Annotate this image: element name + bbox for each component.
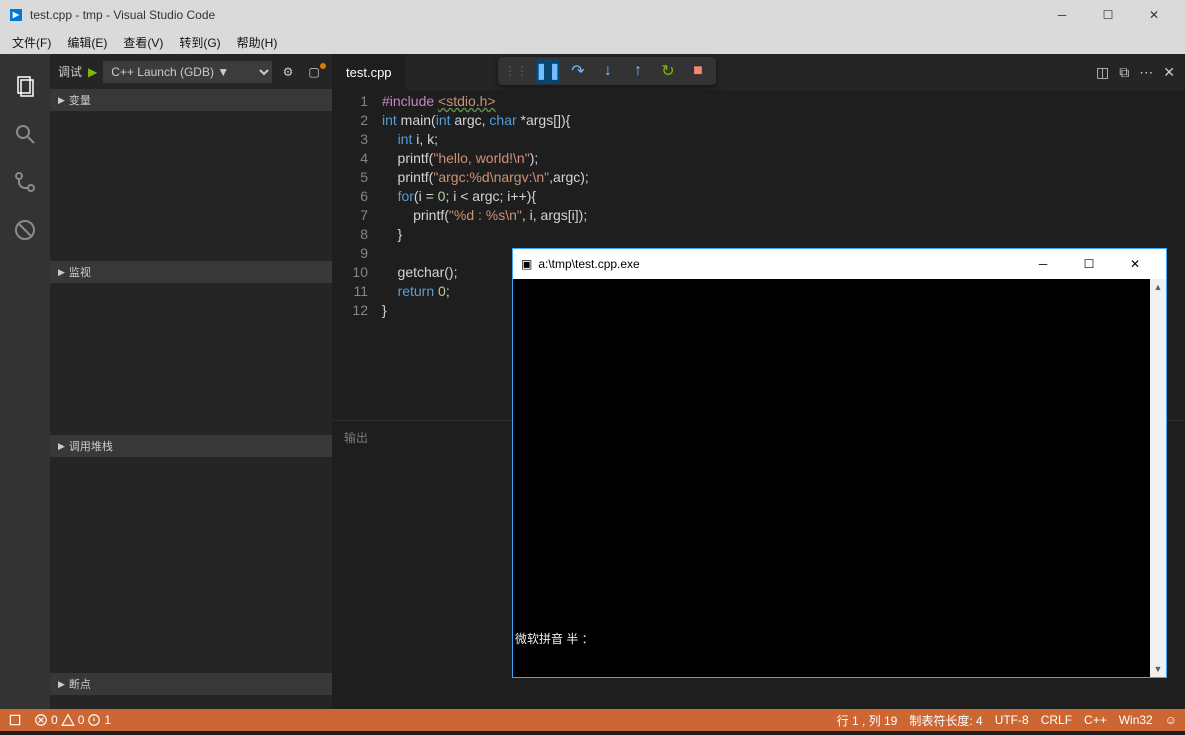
menu-help[interactable]: 帮助(H) <box>229 32 286 53</box>
status-language[interactable]: C++ <box>1084 713 1107 727</box>
status-tabsize[interactable]: 制表符长度: 4 <box>909 712 982 729</box>
console-icon: ▣ <box>521 257 532 271</box>
status-target[interactable]: Win32 <box>1119 713 1153 727</box>
activity-explorer[interactable] <box>0 62 50 110</box>
status-bar: 0 0 1 行 1 , 列 19 制表符长度: 4 UTF-8 CRLF C++… <box>0 709 1185 731</box>
debug-sidebar: 调试 ▶ C++ Launch (GDB) ▼ ⚙ ▢ ▶变量 ▶监视 ▶调用堆… <box>50 54 332 709</box>
tab-test-cpp[interactable]: test.cpp <box>332 54 407 90</box>
start-debug-icon[interactable]: ▶ <box>88 65 97 79</box>
section-watch[interactable]: ▶监视 <box>50 261 332 283</box>
line-gutter: 123456789101112 <box>332 92 382 420</box>
debug-step-out-button[interactable]: ↑ <box>626 59 650 83</box>
debug-toolbar[interactable]: ⋮⋮ ❚❚ ↷ ↓ ↑ ↻ ■ <box>498 57 716 85</box>
ime-status: 微软拼音 半 ： <box>515 630 594 647</box>
section-callstack[interactable]: ▶调用堆栈 <box>50 435 332 457</box>
activity-scm[interactable] <box>0 158 50 206</box>
vscode-icon <box>8 7 24 23</box>
debug-config-select[interactable]: C++ Launch (GDB) ▼ <box>103 61 272 83</box>
status-remote-icon[interactable] <box>8 713 22 727</box>
status-eol[interactable]: CRLF <box>1041 713 1072 727</box>
section-breakpoints[interactable]: ▶断点 <box>50 673 332 695</box>
console-maximize-button[interactable]: ☐ <box>1066 257 1112 271</box>
debug-console-icon[interactable]: ▢ <box>304 65 324 79</box>
menu-edit[interactable]: 编辑(E) <box>59 32 115 53</box>
debug-restart-button[interactable]: ↻ <box>656 59 680 83</box>
gear-icon[interactable]: ⚙ <box>278 65 298 79</box>
console-window[interactable]: ▣ a:\tmp\test.cpp.exe ─ ☐ ✕ 微软拼音 半 ： ▲ ▼ <box>512 248 1167 678</box>
split-editor-icon[interactable]: ◫ <box>1096 64 1109 81</box>
window-maximize-button[interactable]: ☐ <box>1085 0 1131 30</box>
output-label: 输出 <box>344 431 368 445</box>
more-actions-icon[interactable]: ⋯ <box>1139 64 1153 81</box>
menu-file[interactable]: 文件(F) <box>4 32 59 53</box>
status-problems[interactable]: 0 0 1 <box>34 713 111 727</box>
debug-pause-button[interactable]: ❚❚ <box>536 59 560 83</box>
debug-step-into-button[interactable]: ↓ <box>596 59 620 83</box>
console-scrollbar[interactable]: ▲ ▼ <box>1150 279 1166 677</box>
drag-grip-icon[interactable]: ⋮⋮ <box>504 64 528 78</box>
status-feedback-icon[interactable]: ☺ <box>1165 713 1177 727</box>
menu-goto[interactable]: 转到(G) <box>171 32 228 53</box>
toggle-layout-icon[interactable]: ⧉ <box>1119 64 1129 81</box>
debug-step-over-button[interactable]: ↷ <box>566 59 590 83</box>
scroll-down-icon[interactable]: ▼ <box>1150 661 1166 677</box>
console-minimize-button[interactable]: ─ <box>1020 257 1066 271</box>
debug-label: 调试 <box>58 63 82 80</box>
activity-search[interactable] <box>0 110 50 158</box>
status-cursor[interactable]: 行 1 , 列 19 <box>837 712 898 729</box>
status-encoding[interactable]: UTF-8 <box>995 713 1029 727</box>
editor-tabs: test.cpp ◫ ⧉ ⋯ ✕ <box>332 54 1185 90</box>
window-close-button[interactable]: ✕ <box>1131 0 1177 30</box>
activity-debug[interactable] <box>0 206 50 254</box>
menu-view[interactable]: 查看(V) <box>115 32 171 53</box>
scroll-up-icon[interactable]: ▲ <box>1150 279 1166 295</box>
console-close-button[interactable]: ✕ <box>1112 257 1158 271</box>
window-titlebar: test.cpp - tmp - Visual Studio Code ─ ☐ … <box>0 0 1185 30</box>
console-body[interactable]: 微软拼音 半 ： <box>513 279 1166 649</box>
debug-stop-button[interactable]: ■ <box>686 59 710 83</box>
console-titlebar[interactable]: ▣ a:\tmp\test.cpp.exe ─ ☐ ✕ <box>513 249 1166 279</box>
menubar: 文件(F) 编辑(E) 查看(V) 转到(G) 帮助(H) <box>0 30 1185 54</box>
console-title: a:\tmp\test.cpp.exe <box>538 257 639 271</box>
window-title: test.cpp - tmp - Visual Studio Code <box>30 8 1039 22</box>
window-minimize-button[interactable]: ─ <box>1039 0 1085 30</box>
close-editor-icon[interactable]: ✕ <box>1163 64 1175 81</box>
section-variables[interactable]: ▶变量 <box>50 89 332 111</box>
activity-bar <box>0 54 50 709</box>
